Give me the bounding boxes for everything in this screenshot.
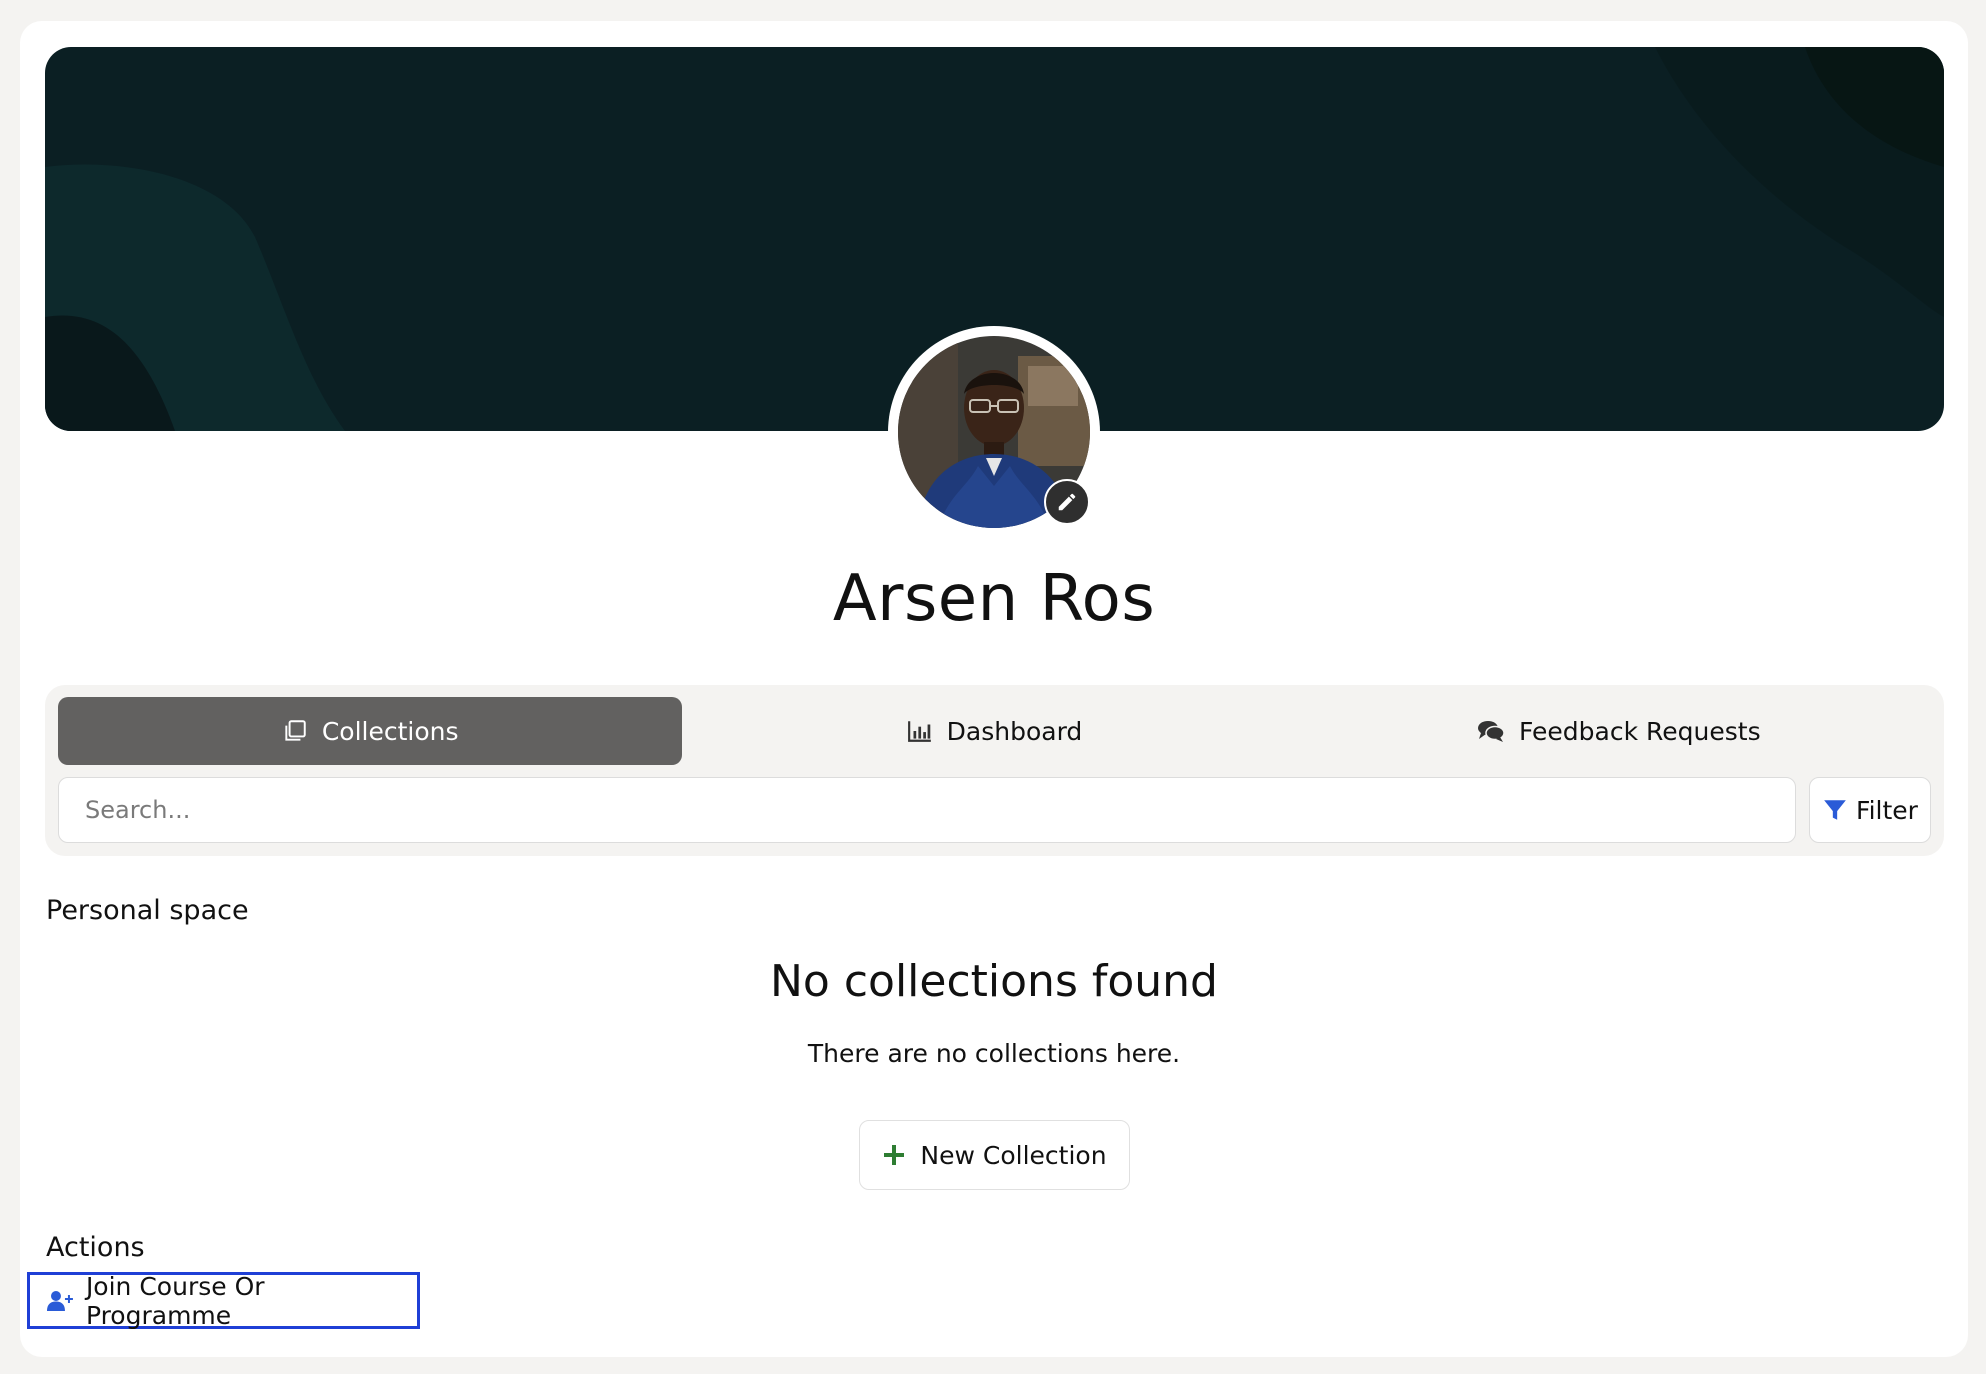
tab-collections[interactable]: Collections xyxy=(58,697,683,765)
tab-bar: Collections Dashboard Feedback Requests xyxy=(58,697,1931,765)
tab-feedback-requests-label: Feedback Requests xyxy=(1519,716,1761,746)
filter-label: Filter xyxy=(1856,795,1918,825)
content-toolbar: Collections Dashboard Feedback Requests … xyxy=(45,685,1944,856)
profile-name: Arsen Ros xyxy=(832,562,1156,636)
comments-icon xyxy=(1478,721,1505,742)
join-course-button[interactable]: Join Course Or Programme xyxy=(27,1271,420,1330)
bar-chart-icon xyxy=(907,721,931,742)
tab-dashboard[interactable]: Dashboard xyxy=(682,697,1306,765)
edit-avatar-button[interactable] xyxy=(1044,479,1090,525)
tab-collections-label: Collections xyxy=(321,716,459,746)
tab-dashboard-label: Dashboard xyxy=(946,716,1083,746)
new-collection-button[interactable]: New Collection xyxy=(859,1120,1130,1190)
join-course-label: Join Course Or Programme xyxy=(85,1271,265,1330)
search-input[interactable] xyxy=(58,777,1796,843)
new-collection-label: New Collection xyxy=(920,1140,1107,1170)
profile-card: Arsen Ros Collections Dashboard Feedback… xyxy=(20,21,1968,1357)
empty-state-message: There are no collections here. xyxy=(807,1039,1181,1068)
empty-state-title: No collections found xyxy=(770,956,1218,1007)
plus-icon xyxy=(884,1145,905,1165)
user-plus-icon xyxy=(46,1290,73,1311)
filter-button[interactable]: Filter xyxy=(1809,777,1931,843)
tab-feedback-requests[interactable]: Feedback Requests xyxy=(1307,697,1931,765)
collections-icon xyxy=(285,720,306,741)
personal-space-heading: Personal space xyxy=(46,895,249,926)
funnel-icon xyxy=(1824,800,1846,820)
pencil-icon xyxy=(1058,493,1076,511)
actions-heading: Actions xyxy=(46,1232,145,1263)
